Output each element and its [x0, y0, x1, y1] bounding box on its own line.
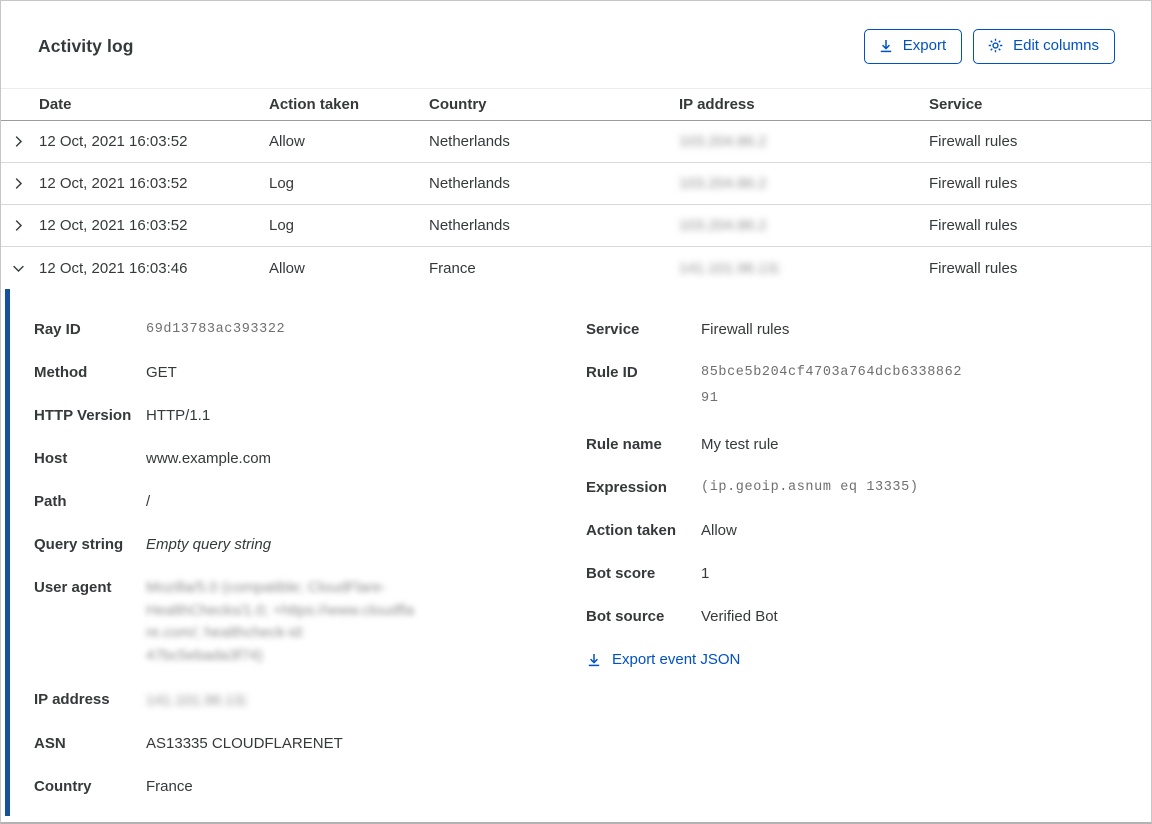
download-icon — [878, 38, 894, 54]
download-icon — [586, 652, 602, 668]
gear-icon — [987, 37, 1004, 54]
chevron-down-icon[interactable] — [1, 261, 39, 276]
service-value: Firewall rules — [701, 321, 790, 338]
field-country: Country France — [34, 777, 193, 795]
field-asn: ASN AS13335 CLOUDFLARENET — [34, 734, 343, 752]
toolbar: Export Edit columns — [863, 28, 1115, 64]
cell-action-taken: Allow — [269, 133, 305, 150]
export-button-label: Export — [902, 37, 947, 54]
cell-service: Firewall rules — [929, 175, 1018, 192]
http-version-value: HTTP/1.1 — [146, 407, 211, 424]
export-button[interactable]: Export — [863, 28, 963, 64]
event-detail-panel: Ray ID 69d13783ac393322 Method GET HTTP … — [1, 289, 1151, 822]
page-title: Activity log — [38, 35, 134, 56]
cell-date: 12 Oct, 2021 16:03:52 — [39, 217, 188, 234]
cell-date: 12 Oct, 2021 16:03:52 — [39, 133, 188, 150]
field-ray-id: Ray ID 69d13783ac393322 — [34, 321, 286, 338]
method-value: GET — [146, 364, 177, 381]
cell-date: 12 Oct, 2021 16:03:52 — [39, 175, 188, 192]
rule-name-value: My test rule — [701, 436, 779, 453]
export-event-json-label: Export event JSON — [612, 651, 741, 668]
field-query-string: Query string Empty query string — [34, 536, 272, 553]
chevron-right-icon[interactable] — [1, 134, 39, 149]
table-header-row: Date Action taken Country IP address Ser… — [1, 88, 1151, 121]
cell-country: Netherlands — [429, 133, 510, 150]
field-path: Path / — [34, 493, 151, 510]
field-service: Service Firewall rules — [586, 321, 790, 338]
cell-country: Netherlands — [429, 217, 510, 234]
asn-value: AS13335 CLOUDFLARENET — [146, 734, 343, 752]
cell-action-taken: Log — [269, 217, 295, 234]
edit-columns-button-label: Edit columns — [1013, 37, 1099, 54]
redacted-ip: 103.204.86.219 — [679, 133, 767, 151]
table-row[interactable]: 12 Oct, 2021 16:03:52 Log Netherlands 10… — [1, 205, 1151, 247]
host-value: www.example.com — [146, 450, 272, 467]
cell-ip-address: 141.101.96.132 — [679, 259, 929, 277]
column-header-service: Service — [929, 96, 983, 113]
expression-value: (ip.geoip.asnum eq 13335) — [701, 480, 919, 495]
field-bot-score: Bot score 1 — [586, 565, 710, 582]
path-value: / — [146, 493, 151, 510]
field-method: Method GET — [34, 364, 177, 381]
cell-service: Firewall rules — [929, 133, 1018, 150]
rule-id-value: 85bce5b204cf4703a764dcb633886291 — [701, 365, 963, 406]
cell-country: France — [429, 259, 476, 277]
chevron-right-icon[interactable] — [1, 218, 39, 233]
user-agent-value-redacted: Mozilla/5.0 (compatible; CloudFlare- Hea… — [146, 579, 415, 664]
activity-log-panel: Activity log Export Edit columns Date Ac… — [0, 0, 1152, 824]
bot-score-value: 1 — [701, 565, 710, 582]
bot-source-value: Verified Bot — [701, 608, 778, 625]
column-header-action-taken: Action taken — [269, 96, 360, 113]
cell-action-taken: Log — [269, 175, 295, 192]
activity-log-table: Date Action taken Country IP address Ser… — [1, 88, 1151, 822]
edit-columns-button[interactable]: Edit columns — [973, 28, 1115, 64]
ray-id-value: 69d13783ac393322 — [146, 322, 286, 337]
field-host: Host www.example.com — [34, 450, 272, 467]
field-ip-address: IP address 141.101.96.132 — [34, 691, 246, 709]
column-header-country: Country — [429, 96, 487, 113]
table-row[interactable]: 12 Oct, 2021 16:03:52 Log Netherlands 10… — [1, 163, 1151, 205]
chevron-right-icon[interactable] — [1, 176, 39, 191]
column-header-date: Date — [39, 96, 72, 113]
field-rule-name: Rule name My test rule — [586, 436, 779, 453]
redacted-ip: 141.101.96.132 — [146, 691, 246, 709]
field-bot-source: Bot source Verified Bot — [586, 608, 778, 625]
field-http-version: HTTP Version HTTP/1.1 — [34, 407, 211, 424]
country-value: France — [146, 777, 193, 795]
cell-service: Firewall rules — [929, 259, 1018, 277]
cell-ip-address: 103.204.86.219 — [679, 133, 929, 151]
field-expression: Expression (ip.geoip.asnum eq 13335) — [586, 479, 919, 496]
header: Activity log Export Edit columns — [1, 1, 1151, 65]
cell-date: 12 Oct, 2021 16:03:46 — [39, 259, 188, 277]
field-action-taken: Action taken Allow — [586, 522, 737, 539]
redacted-ip: 103.204.86.219 — [679, 175, 767, 193]
redacted-ip: 141.101.96.132 — [679, 259, 779, 277]
column-header-ip-address: IP address — [679, 96, 755, 113]
cell-ip-address: 103.204.86.219 — [679, 217, 929, 235]
export-event-json-link[interactable]: Export event JSON — [586, 651, 740, 668]
cell-service: Firewall rules — [929, 217, 1018, 234]
cell-action-taken: Allow — [269, 259, 305, 277]
redacted-ip: 103.204.86.219 — [679, 217, 767, 235]
detail-right-column: Service Firewall rules Rule ID 85bce5b20… — [586, 319, 1151, 822]
field-rule-id: Rule ID 85bce5b204cf4703a764dcb633886291 — [586, 362, 1151, 412]
query-string-value: Empty query string — [146, 536, 272, 553]
cell-country: Netherlands — [429, 175, 510, 192]
detail-left-column: Ray ID 69d13783ac393322 Method GET HTTP … — [34, 319, 586, 822]
cell-ip-address: 103.204.86.219 — [679, 175, 929, 193]
field-user-agent: User agent Mozilla/5.0 (compatible; Clou… — [34, 577, 586, 667]
table-row-expanded[interactable]: 12 Oct, 2021 16:03:46 Allow France 141.1… — [1, 247, 1151, 289]
action-taken-value: Allow — [701, 522, 737, 539]
table-row[interactable]: 12 Oct, 2021 16:03:52 Allow Netherlands … — [1, 121, 1151, 163]
